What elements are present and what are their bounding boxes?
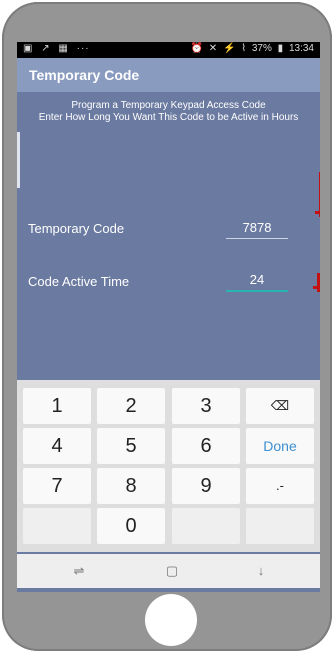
blank-key-right xyxy=(246,508,314,544)
description: Program a Temporary Keypad Access Code E… xyxy=(17,100,320,124)
home-button[interactable] xyxy=(145,594,197,646)
description-line-1: Program a Temporary Keypad Access Code xyxy=(71,100,266,111)
code-active-time-label: Code Active Time xyxy=(28,274,130,289)
battery-percent: 37% xyxy=(251,43,272,54)
phone-frame: ▣ ↗ ▦ ··· ⏰ ✕ ⚡ ⌇ 37% ▮ 13:34 Temporary … xyxy=(2,2,332,651)
status-right: ⏰ ✕ ⚡ ⌇ 37% ▮ 13:34 xyxy=(188,43,314,54)
code-active-time-input[interactable]: 24 xyxy=(226,272,288,292)
key-0[interactable]: 0 xyxy=(97,508,165,544)
done-key[interactable]: Done xyxy=(246,428,314,464)
blank-key-left xyxy=(23,508,91,544)
key-4[interactable]: 4 xyxy=(23,428,91,464)
temporary-code-input[interactable]: 7878 xyxy=(226,220,288,239)
page-title: Temporary Code xyxy=(29,67,140,83)
image-icon: ▣ xyxy=(23,43,34,54)
home-nav-icon[interactable]: ▢ xyxy=(162,563,182,579)
signal-icon: ⌇ xyxy=(241,43,247,54)
annotation-bracket-2 xyxy=(317,273,320,292)
mute-icon: ✕ xyxy=(208,43,218,54)
more-icon: ··· xyxy=(76,43,90,54)
status-left-icons: ▣ ↗ ▦ ··· xyxy=(23,43,94,54)
key-7[interactable]: 7 xyxy=(23,468,91,504)
key-8[interactable]: 8 xyxy=(97,468,165,504)
status-bar: ▣ ↗ ▦ ··· ⏰ ✕ ⚡ ⌇ 37% ▮ 13:34 xyxy=(17,42,320,58)
phone-screen: ▣ ↗ ▦ ··· ⏰ ✕ ⚡ ⌇ 37% ▮ 13:34 Temporary … xyxy=(17,42,320,592)
key-5[interactable]: 5 xyxy=(97,428,165,464)
key-3[interactable]: 3 xyxy=(172,388,240,424)
dot-dash-key[interactable]: .- xyxy=(246,468,314,504)
battery-icon: ▮ xyxy=(277,43,284,54)
key-2[interactable]: 2 xyxy=(97,388,165,424)
numeric-keyboard: 1 2 3 ⌫ 4 5 6 Done 7 8 9 .- 0 xyxy=(17,380,320,552)
scroll-indicator[interactable] xyxy=(17,132,20,188)
bluetooth-icon: ⚡ xyxy=(222,43,236,54)
backspace-icon: ⌫ xyxy=(270,398,290,413)
temporary-code-label: Temporary Code xyxy=(28,221,125,236)
back-icon[interactable]: ↓ xyxy=(251,563,271,578)
annotation-bracket-1-tick xyxy=(315,211,320,214)
annotation-bracket-2-tick xyxy=(313,286,320,289)
missed-call-icon: ↗ xyxy=(41,43,51,54)
backspace-key[interactable]: ⌫ xyxy=(246,388,314,424)
clock: 13:34 xyxy=(288,43,314,54)
alarm-icon: ⏰ xyxy=(190,43,204,54)
key-9[interactable]: 9 xyxy=(172,468,240,504)
key-1[interactable]: 1 xyxy=(23,388,91,424)
app-bar: Temporary Code xyxy=(17,58,320,92)
gallery-icon: ▦ xyxy=(58,43,69,54)
recent-apps-icon[interactable]: ⇌ xyxy=(69,563,89,579)
blank-key-middle xyxy=(172,508,240,544)
description-line-2: Enter How Long You Want This Code to be … xyxy=(38,112,299,123)
key-6[interactable]: 6 xyxy=(172,428,240,464)
navigation-bar: ⇌ ▢ ↓ xyxy=(17,554,320,588)
